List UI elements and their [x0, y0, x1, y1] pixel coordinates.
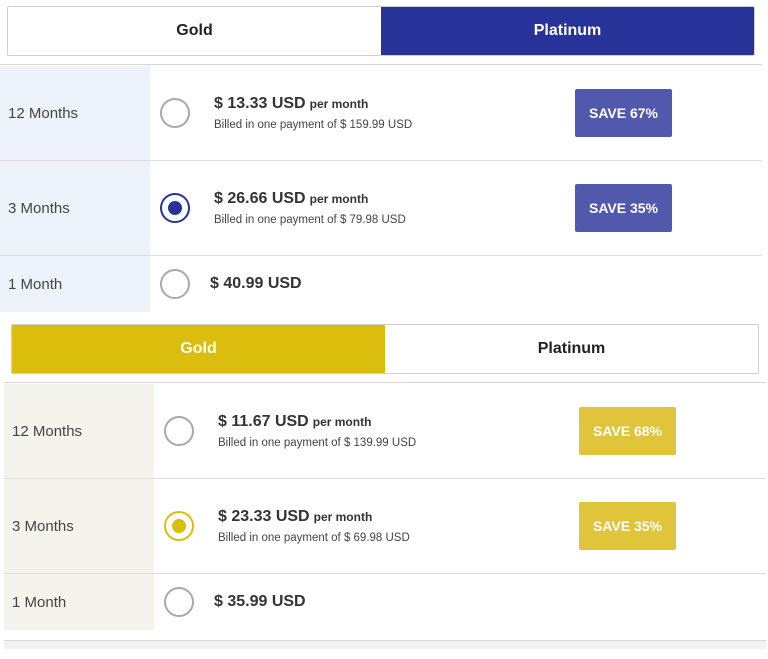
plan-details: $ 26.66 USD per month Billed in one payme…: [150, 161, 762, 255]
plan-radio-3-months[interactable]: [160, 193, 190, 223]
plan-radio-3-months[interactable]: [164, 511, 194, 541]
tab-gold[interactable]: Gold: [12, 325, 385, 373]
plan-duration-label: 1 Month: [0, 256, 150, 312]
gold-plan-panel: Gold Platinum 12 Months $ 11.67 USD per m…: [4, 318, 766, 638]
price-line: $ 13.33 USD per month: [214, 95, 412, 113]
plan-row-3-months[interactable]: 3 Months $ 23.33 USD per month Billed in …: [4, 479, 766, 574]
divider: [4, 382, 766, 383]
price-per: per month: [309, 97, 369, 111]
price-amount: $ 35.99 USD: [214, 593, 306, 610]
price-line: $ 26.66 USD per month: [214, 190, 406, 208]
price-line: $ 11.67 USD per month: [218, 413, 416, 431]
billed-note: Billed in one payment of $ 139.99 USD: [218, 437, 417, 449]
plan-details: $ 11.67 USD per month Billed in one payme…: [154, 384, 766, 478]
plan-details: $ 23.33 USD per month Billed in one payme…: [154, 479, 766, 573]
plan-radio-1-month[interactable]: [160, 269, 190, 299]
plan-row-12-months[interactable]: 12 Months $ 13.33 USD per month Billed in…: [0, 66, 762, 161]
plan-duration-label: 3 Months: [4, 479, 154, 573]
plan-radio-12-months[interactable]: [164, 416, 194, 446]
billed-note: Billed in one payment of $ 159.99 USD: [214, 119, 413, 131]
price-amount: $ 13.33 USD: [214, 95, 306, 112]
price-block: $ 11.67 USD per month Billed in one payme…: [218, 413, 416, 449]
plan-details: $ 35.99 USD: [154, 574, 766, 630]
plan-details: $ 40.99 USD: [150, 256, 762, 312]
tab-gold[interactable]: Gold: [8, 7, 381, 55]
tab-platinum[interactable]: Platinum: [381, 7, 754, 55]
plan-duration-label: 1 Month: [4, 574, 154, 630]
plan-list: 12 Months $ 13.33 USD per month Billed in…: [0, 66, 762, 312]
save-badge[interactable]: SAVE 35%: [579, 502, 676, 550]
plan-tabs: Gold Platinum: [11, 324, 759, 374]
billed-note: Billed in one payment of $ 69.98 USD: [218, 532, 410, 544]
price-block: $ 13.33 USD per month Billed in one payme…: [214, 95, 412, 131]
radio-selected-dot: [168, 201, 182, 215]
panel-bottom-edge: [4, 640, 766, 649]
plan-radio-1-month[interactable]: [164, 587, 194, 617]
save-badge[interactable]: SAVE 67%: [575, 89, 672, 137]
radio-selected-dot: [172, 519, 186, 533]
price-per: per month: [312, 415, 372, 429]
plan-list: 12 Months $ 11.67 USD per month Billed in…: [4, 384, 766, 630]
price-block: $ 23.33 USD per month Billed in one payme…: [218, 508, 410, 544]
plan-row-1-month[interactable]: 1 Month $ 35.99 USD: [4, 574, 766, 630]
plan-details: $ 13.33 USD per month Billed in one payme…: [150, 66, 762, 160]
plan-duration-label: 3 Months: [0, 161, 150, 255]
price-amount: $ 40.99 USD: [210, 275, 302, 292]
platinum-plan-panel: Gold Platinum 12 Months $ 13.33 USD per m…: [0, 0, 762, 312]
divider: [0, 64, 762, 65]
price-amount: $ 26.66 USD: [214, 190, 306, 207]
plan-duration-label: 12 Months: [0, 66, 150, 160]
save-badge[interactable]: SAVE 68%: [579, 407, 676, 455]
plan-radio-12-months[interactable]: [160, 98, 190, 128]
billed-note: Billed in one payment of $ 79.98 USD: [214, 214, 406, 226]
price-amount: $ 11.67 USD: [218, 413, 309, 430]
plan-row-1-month[interactable]: 1 Month $ 40.99 USD: [0, 256, 762, 312]
plan-row-12-months[interactable]: 12 Months $ 11.67 USD per month Billed in…: [4, 384, 766, 479]
price-amount: $ 23.33 USD: [218, 508, 310, 525]
price-line: $ 23.33 USD per month: [218, 508, 410, 526]
price-per: per month: [313, 510, 373, 524]
plan-row-3-months[interactable]: 3 Months $ 26.66 USD per month Billed in …: [0, 161, 762, 256]
price-block: $ 26.66 USD per month Billed in one payme…: [214, 190, 406, 226]
plan-tabs: Gold Platinum: [7, 6, 755, 56]
tab-platinum[interactable]: Platinum: [385, 325, 758, 373]
plan-duration-label: 12 Months: [4, 384, 154, 478]
save-badge[interactable]: SAVE 35%: [575, 184, 672, 232]
price-per: per month: [309, 192, 369, 206]
